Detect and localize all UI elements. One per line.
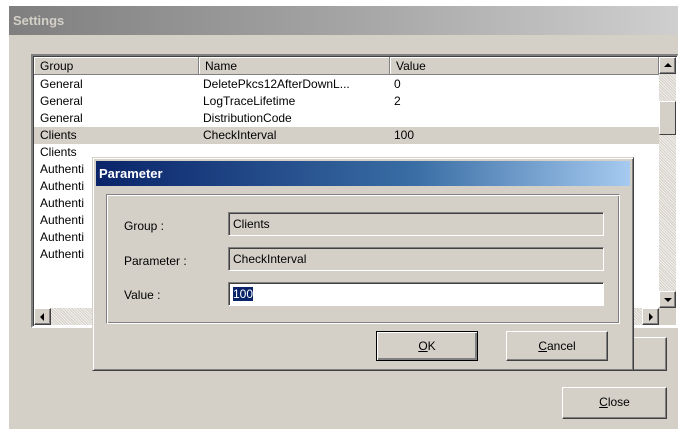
table-row[interactable]: General DistributionCode xyxy=(34,110,659,127)
arrow-left-icon xyxy=(40,313,44,321)
table-row[interactable]: Clients CheckInterval 100 xyxy=(34,127,659,144)
settings-title-bar[interactable]: Settings xyxy=(9,6,678,35)
column-header-name[interactable]: Name xyxy=(199,57,390,75)
cell-name: DeletePkcs12AfterDownL... xyxy=(203,77,350,91)
close-button[interactable]: Close xyxy=(562,387,667,419)
parameter-dialog-title: Parameter xyxy=(99,166,163,181)
arrow-right-icon xyxy=(649,313,653,321)
parameter-dialog: Parameter Group : Clients Parameter : Ch… xyxy=(92,157,634,371)
cell-value: 0 xyxy=(394,77,401,91)
ok-button[interactable]: OK xyxy=(376,331,478,361)
group-field: Clients xyxy=(228,212,604,236)
arrow-down-icon xyxy=(664,298,672,302)
table-row[interactable]: General DeletePkcs12AfterDownL... 0 xyxy=(34,76,659,93)
parameter-dialog-title-bar[interactable]: Parameter xyxy=(96,161,630,186)
group-label: Group : xyxy=(124,219,165,233)
settings-title: Settings xyxy=(13,13,65,28)
list-header: Group Name Value xyxy=(34,57,659,75)
cell-value: 2 xyxy=(394,94,401,108)
cell-name: CheckInterval xyxy=(203,128,277,142)
scroll-down-button[interactable] xyxy=(659,291,676,308)
vertical-scrollbar[interactable] xyxy=(659,57,676,308)
column-header-value[interactable]: Value xyxy=(390,57,659,75)
cell-value: 100 xyxy=(394,128,415,142)
scroll-right-button[interactable] xyxy=(642,308,659,325)
column-header-group[interactable]: Group xyxy=(34,57,199,75)
table-row[interactable]: General LogTraceLifetime 2 xyxy=(34,93,659,110)
cell-group: General xyxy=(40,77,83,91)
value-label: Value : xyxy=(124,288,161,302)
arrow-up-icon xyxy=(664,63,672,67)
cell-group: Clients xyxy=(40,128,77,142)
parameter-field: CheckInterval xyxy=(228,247,604,271)
cell-group: General xyxy=(40,94,83,108)
cancel-button[interactable]: Cancel xyxy=(506,331,608,361)
vertical-scroll-thumb[interactable] xyxy=(659,101,676,135)
cell-name: DistributionCode xyxy=(203,111,292,125)
scroll-left-button[interactable] xyxy=(34,308,51,325)
parameter-label: Parameter : xyxy=(124,254,187,268)
value-input-text: 100 xyxy=(233,287,254,301)
scrollbar-corner xyxy=(659,308,676,325)
value-input[interactable]: 100 xyxy=(228,282,604,306)
cell-value xyxy=(390,110,659,127)
parameter-panel: Group : Clients Parameter : CheckInterva… xyxy=(106,194,620,324)
scroll-up-button[interactable] xyxy=(659,57,676,74)
cell-name: LogTraceLifetime xyxy=(203,94,296,108)
cell-group: General xyxy=(40,111,83,125)
